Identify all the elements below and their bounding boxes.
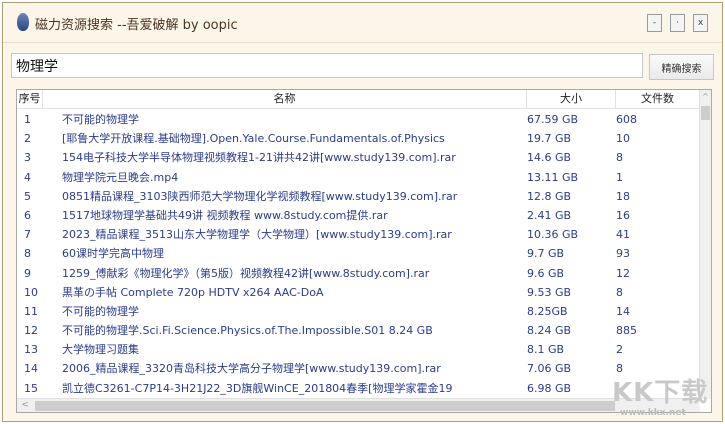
row-size: 6.98 GB	[527, 381, 572, 395]
row-size: 14.6 GB	[527, 151, 572, 165]
row-index: 2	[24, 132, 31, 146]
row-index: 3	[24, 151, 31, 165]
row-index: 12	[24, 324, 38, 338]
row-file-count: 2	[616, 343, 623, 357]
table-body: 1 不可能的物理学 67.59 GB 608 2 [耶鲁大学开放课程.基础物理].Open…	[17, 110, 700, 399]
row-index: 6	[24, 208, 31, 222]
table-row[interactable]: 2 [耶鲁大学开放课程.基础物理].Open.Yale.Course.Fundam…	[17, 129, 700, 148]
table-row[interactable]: 10 黒革の手帖 Complete 720p HDTV x264 AAC-DoA 9…	[17, 283, 700, 302]
table-row[interactable]: 14 2006_精品课程_3320青岛科技大学高分子物理学[www.study13…	[17, 359, 700, 378]
app-window: 磁力资源搜索 --吾爱破解 by oopic - · x 精确搜索 序号 名称 …	[2, 2, 723, 422]
column-header-index[interactable]: 序号	[17, 90, 43, 108]
table-row[interactable]: 8 60课时学完高中物理 9.7 GB 93	[17, 244, 700, 263]
exact-search-button[interactable]: 精确搜索	[649, 54, 714, 80]
row-size: 13.11 GB	[527, 170, 579, 184]
row-file-count: 885	[616, 324, 637, 338]
row-name: 不可能的物理学.Sci.Fi.Science.Physics.of.The.Im…	[62, 324, 433, 338]
row-name: [耶鲁大学开放课程.基础物理].Open.Yale.Course.Fundame…	[62, 132, 445, 146]
row-name: 黒革の手帖 Complete 720p HDTV x264 AAC-DoA	[62, 285, 324, 299]
row-size: 8.24 GB	[527, 324, 572, 338]
results-table: 序号 名称 大小 文件数 1 不可能的物理学 67.59 GB 608 2 [耶鲁大学开放…	[16, 89, 712, 413]
row-size: 10.36 GB	[527, 228, 579, 242]
table-row[interactable]: 9 1259_傅献彩《物理化学》（第5版）视频教程42讲[www.8study.c…	[17, 264, 700, 283]
row-name: 0851精品课程_3103陕西师范大学物理化学视频教程[www.study139…	[62, 189, 458, 203]
column-header-file-count[interactable]: 文件数	[616, 90, 700, 108]
app-logo-icon	[17, 13, 29, 31]
row-file-count: 93	[616, 247, 630, 261]
row-name: 物理学院元旦晚会.mp4	[62, 170, 179, 184]
row-index: 8	[24, 247, 31, 261]
row-index: 9	[24, 266, 31, 280]
row-file-count: 18	[616, 189, 630, 203]
row-index: 13	[24, 343, 38, 357]
column-header-size[interactable]: 大小	[527, 90, 616, 108]
scroll-up-icon[interactable]: ^	[700, 90, 711, 104]
row-size: 2.41 GB	[527, 208, 572, 222]
title-bar: 磁力资源搜索 --吾爱破解 by oopic - · x	[3, 3, 722, 43]
row-file-count: 8	[616, 151, 623, 165]
row-file-count: 608	[616, 113, 637, 126]
row-index: 10	[24, 285, 38, 299]
scrollbar-thumb[interactable]	[35, 401, 615, 411]
row-name: 不可能的物理学	[62, 304, 139, 318]
row-index: 7	[24, 228, 31, 242]
horizontal-scrollbar[interactable]: <	[17, 398, 700, 412]
row-name: 154电子科技大学半导体物理视频教程1-21讲共42讲[www.study139…	[62, 151, 456, 165]
table-row[interactable]: 13 大学物理习题集 8.1 GB 2	[17, 340, 700, 359]
row-name: 2023_精品课程_3513山东大学物理学（大学物理）[www.study139…	[62, 228, 452, 242]
row-name: 1259_傅献彩《物理化学》（第5版）视频教程42讲[www.8study.co…	[62, 266, 430, 280]
search-input[interactable]	[11, 53, 643, 78]
row-size: 9.6 GB	[527, 266, 565, 280]
column-header-name[interactable]: 名称	[43, 90, 527, 108]
row-file-count: 12	[616, 266, 630, 280]
row-size: 12.8 GB	[527, 189, 572, 203]
row-size: 8.25GB	[527, 304, 568, 318]
row-size: 67.59 GB	[527, 113, 579, 126]
row-index: 14	[24, 362, 38, 376]
row-index: 5	[24, 189, 31, 203]
row-name: 不可能的物理学	[62, 113, 139, 126]
watermark-logo: KK下载	[612, 378, 709, 408]
vertical-scrollbar[interactable]: ^	[699, 90, 711, 399]
row-size: 9.7 GB	[527, 247, 565, 261]
row-file-count: 1	[616, 170, 623, 184]
row-size: 7.06 GB	[527, 362, 572, 376]
watermark-url: www.kkx.net	[620, 408, 686, 418]
table-row[interactable]: 12 不可能的物理学.Sci.Fi.Science.Physics.of.The.…	[17, 321, 700, 340]
row-name: 大学物理习题集	[62, 343, 139, 357]
window-title: 磁力资源搜索 --吾爱破解 by oopic	[35, 18, 238, 33]
scroll-left-icon[interactable]: <	[17, 399, 33, 412]
table-row[interactable]: 7 2023_精品课程_3513山东大学物理学（大学物理）[www.study13…	[17, 225, 700, 244]
row-name: 60课时学完高中物理	[62, 247, 164, 261]
row-name: 凯立德C3261-C7P14-3H21J22_3D旗舰WinCE_201804春…	[62, 381, 453, 395]
row-name: 2006_精品课程_3320青岛科技大学高分子物理学[www.study139.…	[62, 362, 441, 376]
row-index: 4	[24, 170, 31, 184]
row-name: 1517地球物理学基础共49讲 视频教程 www.8study.com提供.ra…	[62, 208, 388, 222]
maximize-button[interactable]: ·	[670, 14, 685, 32]
row-size: 19.7 GB	[527, 132, 572, 146]
row-index: 11	[24, 304, 38, 318]
row-file-count: 14	[616, 304, 630, 318]
row-index: 15	[24, 381, 38, 395]
row-size: 9.53 GB	[527, 285, 572, 299]
row-size: 8.1 GB	[527, 343, 565, 357]
table-header: 序号 名称 大小 文件数	[17, 90, 700, 109]
close-button[interactable]: x	[693, 14, 708, 32]
row-index: 1	[24, 113, 31, 126]
table-row[interactable]: 1 不可能的物理学 67.59 GB 608	[17, 110, 700, 129]
minimize-button[interactable]: -	[647, 14, 662, 32]
row-file-count: 8	[616, 285, 623, 299]
row-file-count: 16	[616, 208, 630, 222]
scrollbar-thumb[interactable]	[701, 106, 710, 120]
table-row[interactable]: 3 154电子科技大学半导体物理视频教程1-21讲共42讲[www.study13…	[17, 148, 700, 167]
row-file-count: 10	[616, 132, 630, 146]
table-row[interactable]: 5 0851精品课程_3103陕西师范大学物理化学视频教程[www.study13…	[17, 187, 700, 206]
table-row[interactable]: 4 物理学院元旦晚会.mp4 13.11 GB 1	[17, 168, 700, 187]
row-file-count: 41	[616, 228, 630, 242]
table-row[interactable]: 6 1517地球物理学基础共49讲 视频教程 www.8study.com提供.r…	[17, 206, 700, 225]
table-row[interactable]: 11 不可能的物理学 8.25GB 14	[17, 302, 700, 321]
table-row[interactable]: 15 凯立德C3261-C7P14-3H21J22_3D旗舰WinCE_20180…	[17, 379, 700, 398]
